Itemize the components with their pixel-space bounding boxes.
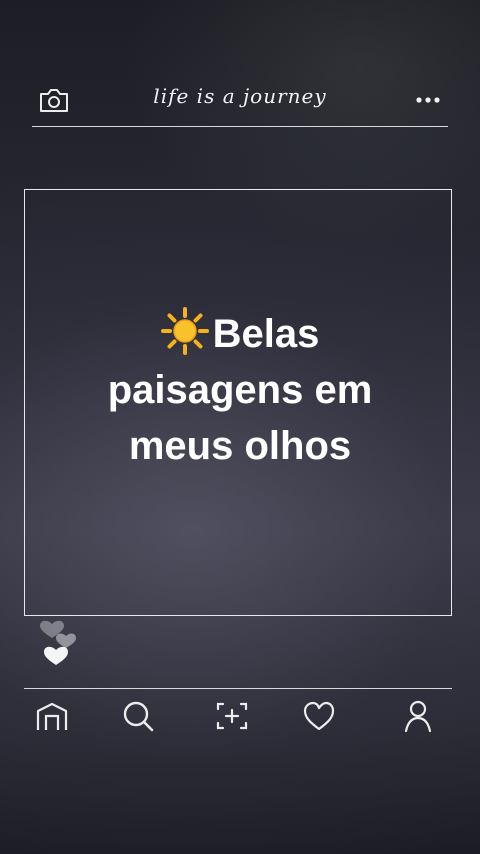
headline-line-2: paisagens em — [107, 368, 373, 412]
post-headline: Belas paisagens em meus olhos — [40, 306, 440, 474]
profile-icon[interactable] — [398, 696, 438, 736]
add-post-icon[interactable] — [212, 696, 252, 736]
top-divider — [32, 126, 448, 127]
headline-line-1: Belas — [40, 306, 440, 362]
top-bar: life is a journey — [32, 78, 448, 126]
heart-icon — [56, 633, 76, 648]
more-horizontal-icon[interactable] — [414, 86, 442, 114]
floating-hearts — [40, 620, 76, 665]
likes-heart-icon[interactable] — [299, 696, 339, 736]
headline-line-3: meus olhos — [128, 424, 352, 468]
sun-icon — [160, 307, 209, 355]
heart-icon — [44, 646, 68, 665]
app-title: life is a journey — [153, 84, 327, 108]
headline-text-1: Belas — [212, 312, 320, 356]
bottom-divider — [24, 688, 452, 689]
bottom-nav — [0, 696, 480, 740]
home-icon[interactable] — [32, 696, 72, 736]
search-icon[interactable] — [118, 696, 158, 736]
